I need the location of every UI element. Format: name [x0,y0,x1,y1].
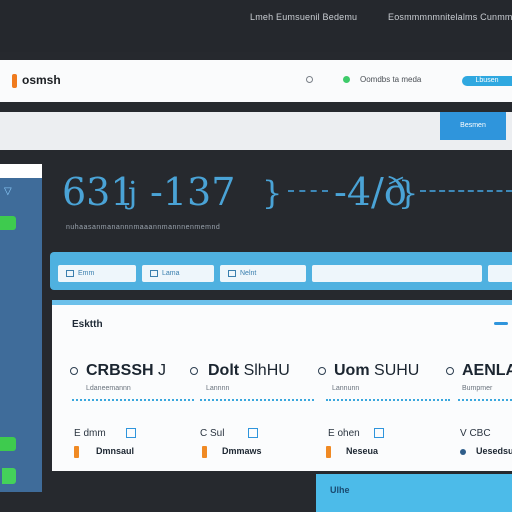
option-meta-2: C Sul [200,428,225,439]
option-progress-1 [72,399,194,406]
option-radio-2[interactable] [190,367,198,375]
option-meta-3: E ohen [328,428,360,439]
stat-value-2: -137 [150,170,236,214]
chevron-down-icon[interactable]: ▽ [4,186,12,197]
status-dot-icon [343,76,350,83]
app-header [0,60,512,102]
panel-title: Esktth [72,319,103,330]
sidebar-item-active-b[interactable] [0,437,16,451]
option-sub-4: Bumpmer [462,385,493,392]
option-progress-2 [200,399,314,406]
option-sub-3: Lannunn [332,385,360,392]
status-ring-icon [306,76,313,83]
option-meta-1: E dmm [74,428,106,439]
option-label-2[interactable]: Dmmaws [222,446,262,456]
option-accent-1 [74,446,79,458]
stat-divider [288,190,328,193]
stat-glyph-2: } [262,174,283,212]
filter-chip-label: Lama [162,270,180,277]
sidebar-item-active-a[interactable] [0,216,16,230]
top-link-left[interactable]: Lmeh Eumsuenil Bedemu [250,12,357,22]
option-checkbox-1[interactable] [126,428,136,438]
filter-chip-label: Nelnt [240,270,257,277]
option-radio-3[interactable] [318,367,326,375]
logo-icon [12,74,17,88]
primary-action-button[interactable]: Besmen [440,112,506,140]
option-name-2: Dolt SlhHU [208,362,290,379]
filter-chip-3[interactable]: Nelnt [220,265,306,282]
filter-chip-label: Emm [78,270,95,277]
top-link-right[interactable]: Eosmmmnmnitelalms Cunmmmnt [388,12,512,22]
option-radio-4[interactable] [446,367,454,375]
option-label-1[interactable]: Dmnsaul [96,446,134,456]
footer-card-label: Ulhe [330,485,350,495]
option-radio-1[interactable] [70,367,78,375]
search-input[interactable] [312,265,482,282]
sidebar-item-active-c[interactable] [2,468,16,484]
filter-chip-1[interactable]: Emm [58,265,136,282]
option-label-3[interactable]: Neseua [346,446,378,456]
sidebar-header [0,164,42,178]
option-progress-3 [326,399,450,406]
option-label-4[interactable]: Uesedsuc [476,446,512,456]
top-strip [0,0,512,52]
app-logo[interactable]: osmsh [22,73,61,87]
option-accent-4 [460,449,466,455]
toolbar-band [0,112,512,150]
option-name-1: CRBSSH J [86,362,167,379]
option-name-4: AENLA [462,362,512,379]
option-checkbox-2[interactable] [248,428,258,438]
filter-icon [66,269,74,277]
filter-chip-more[interactable] [488,265,512,282]
option-accent-2 [202,446,207,458]
header-cta-button[interactable]: Lbusen [462,76,512,86]
filter-icon [228,269,236,277]
stat-glyph-1: j [128,176,138,211]
option-sub-1: Ldaneemannn [86,385,131,392]
filter-chip-2[interactable]: Lama [142,265,214,282]
collapse-icon[interactable] [494,322,508,325]
option-checkbox-3[interactable] [374,428,384,438]
filter-icon [150,269,158,277]
option-sub-2: Lannnn [206,385,230,392]
stat-value-3: -4/ð [334,170,407,214]
stat-glyph-3: } [398,174,419,212]
stats-caption: nuhaasanmanannnmaaannmannnenmemnd [66,224,221,231]
stat-value-1: 631 [62,170,135,214]
stat-trend-line [420,190,512,193]
header-nav-link[interactable]: Oomdbs ta meda [360,75,421,84]
option-name-3: Uom SUHU [334,362,420,379]
option-accent-3 [326,446,331,458]
option-meta-4: V CBC [460,428,491,439]
option-progress-4 [458,399,512,406]
